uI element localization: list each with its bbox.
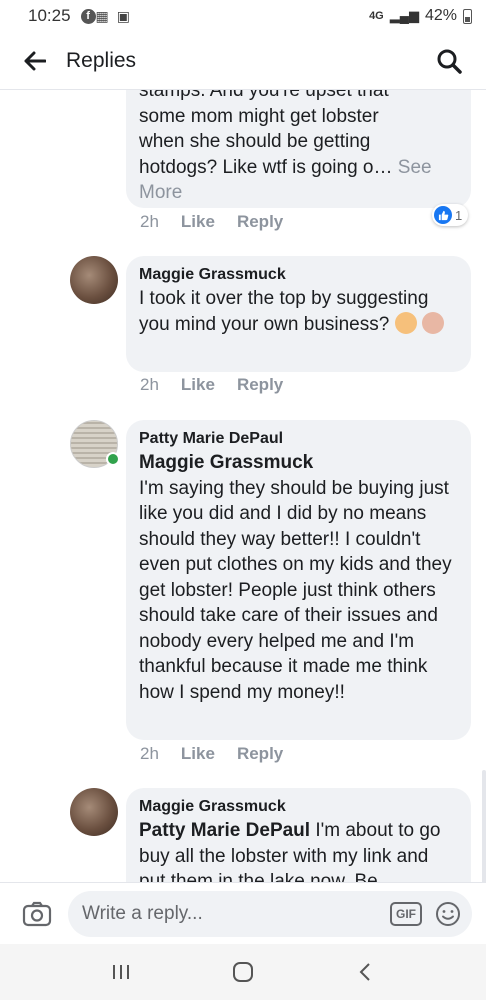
mention-tag[interactable]: Maggie Grassmuck (139, 450, 458, 476)
reply-button[interactable]: Reply (237, 744, 283, 764)
battery-icon (463, 8, 472, 24)
header: Replies (0, 32, 486, 90)
reply-input[interactable] (82, 902, 390, 925)
comment-line: stamps. And you're upset that (139, 90, 389, 101)
search-icon[interactable] (434, 46, 464, 76)
comment-bubble: Patty Marie DePaul Maggie Grassmuck I'm … (126, 420, 471, 740)
gif-button[interactable]: GIF (390, 901, 422, 926)
status-time: 10:25 (28, 6, 71, 25)
network-indicator: 4G (369, 10, 384, 22)
like-button[interactable]: Like (181, 744, 215, 764)
page-title: Replies (66, 48, 137, 72)
comment-actions: 2h Like Reply (140, 744, 283, 764)
online-status-indicator (106, 452, 120, 466)
avatar[interactable] (70, 788, 118, 836)
woman-tipping-hand-emoji-icon (394, 311, 417, 334)
home-icon[interactable] (223, 952, 263, 992)
reaction-count: 1 (455, 207, 463, 223)
comment-line: when she should be getting (139, 131, 371, 152)
app-notification-icon: ▦ (95, 7, 109, 24)
comment-actions: 2h Like Reply (140, 375, 283, 395)
comment-actions: 2h Like Reply (140, 212, 283, 232)
mention-tag[interactable]: Patty Marie DePaul (139, 820, 310, 841)
status-right: 4G ▂▄▆ 42% (369, 7, 472, 25)
reaction-badge[interactable]: 1 (432, 204, 469, 226)
like-reaction-icon (434, 206, 452, 224)
comment-text: stamps. And you're upset that some mom m… (139, 90, 458, 206)
comment-text: Patty Marie DePaul I'm about to go buy a… (139, 818, 458, 882)
comment-body: I'm saying they should be buying just li… (139, 477, 452, 703)
comment-bubble: Maggie Grassmuck Patty Marie DePaul I'm … (126, 788, 471, 882)
comment-text: Maggie Grassmuck I'm saying they should … (139, 450, 458, 705)
reply-button[interactable]: Reply (237, 212, 283, 232)
battery-percent: 42% (424, 7, 457, 24)
replies-feed[interactable]: stamps. And you're upset that some mom m… (0, 90, 486, 882)
recent-apps-icon[interactable] (101, 952, 141, 992)
comment-bubble: Maggie Grassmuck I took it over the top … (126, 256, 471, 372)
reply-composer: GIF (0, 882, 486, 944)
back-icon[interactable] (345, 952, 385, 992)
reply-button[interactable]: Reply (237, 375, 283, 395)
comment-bubble: stamps. And you're upset that some mom m… (126, 90, 471, 208)
image-notification-icon: ▣ (116, 7, 131, 24)
woman-facepalming-emoji-icon (421, 311, 444, 334)
commenter-name[interactable]: Patty Marie DePaul (139, 428, 458, 450)
emoji-icon[interactable] (434, 900, 462, 928)
comment-time: 2h (140, 212, 159, 231)
comment-time: 2h (140, 744, 159, 763)
status-bar: 10:25 f ▦ ▣ 4G ▂▄▆ 42% (0, 0, 486, 32)
back-arrow-icon[interactable] (22, 48, 48, 74)
facebook-notification-icon: f (80, 8, 96, 24)
comment-text: I took it over the top by suggesting you… (139, 286, 458, 337)
commenter-name[interactable]: Maggie Grassmuck (139, 264, 458, 286)
camera-icon[interactable] (20, 897, 54, 931)
system-navigation-bar (0, 944, 486, 1000)
comment-line: hotdogs? Like wtf is going o… (139, 156, 398, 178)
avatar[interactable] (70, 256, 118, 304)
commenter-name[interactable]: Maggie Grassmuck (139, 796, 458, 818)
comment-time: 2h (140, 375, 159, 394)
like-button[interactable]: Like (181, 212, 215, 232)
signal-icon: ▂▄▆ (389, 8, 419, 23)
reply-box[interactable]: GIF (68, 890, 472, 937)
comment-body: I took it over the top by suggesting you… (139, 288, 429, 335)
like-button[interactable]: Like (181, 375, 215, 395)
scrollbar[interactable] (482, 770, 486, 882)
comment-line: some mom might get lobster (139, 105, 379, 127)
